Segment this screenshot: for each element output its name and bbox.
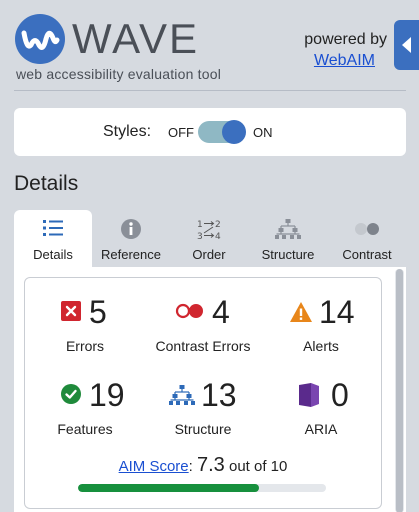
tab-structure[interactable]: Structure xyxy=(248,210,328,267)
aim-score: AIM Score: 7.3 out of 10 xyxy=(25,454,381,477)
styles-toggle-switch[interactable] xyxy=(198,120,246,144)
tab-contrast[interactable]: Contrast xyxy=(328,210,406,267)
aria-icon xyxy=(297,382,321,413)
features-count: 19 xyxy=(89,377,125,413)
tab-reference[interactable]: Reference xyxy=(92,210,170,267)
scrollbar[interactable] xyxy=(395,269,404,512)
aim-score-value: 7.3 xyxy=(197,454,225,476)
webaim-link[interactable]: WebAIM xyxy=(314,52,375,70)
contrast-error-icon xyxy=(175,301,205,326)
powered-by-text: powered by xyxy=(304,31,387,48)
svg-text:1: 1 xyxy=(197,220,203,230)
tab-order[interactable]: 1 2 3 4 Order xyxy=(170,210,248,267)
aim-score-separator: : xyxy=(188,458,193,475)
error-icon xyxy=(61,301,81,326)
chevron-left-icon[interactable] xyxy=(394,20,419,70)
wave-logo-icon xyxy=(15,14,65,64)
aria-label: ARIA xyxy=(304,421,338,437)
structure-icon xyxy=(169,384,195,411)
header: WAVE web accessibility evaluation tool p… xyxy=(0,0,419,96)
aim-score-bar xyxy=(78,484,326,492)
tab-label: Reference xyxy=(101,247,161,262)
app-tagline: web accessibility evaluation tool xyxy=(16,66,222,82)
aria-count: 0 xyxy=(331,377,349,413)
header-divider xyxy=(14,90,406,91)
aim-score-suffix: out of 10 xyxy=(228,458,288,475)
aim-score-bar-fill xyxy=(78,484,260,492)
alerts-count: 14 xyxy=(319,294,355,330)
info-icon xyxy=(120,218,142,245)
toggle-knob[interactable] xyxy=(222,120,246,144)
tab-bar: Details Reference 1 2 3 4 Order Structur… xyxy=(14,210,406,267)
tab-details[interactable]: Details xyxy=(14,210,92,267)
styles-toggle-card: Styles: OFF ON xyxy=(14,108,406,156)
details-panel: 5 Errors 4 Contrast Errors 14 Alerts 19 … xyxy=(14,267,406,512)
contrast-errors-label: Contrast Errors xyxy=(155,338,251,354)
contrast-errors-count: 4 xyxy=(212,294,230,330)
tab-label: Contrast xyxy=(342,247,392,262)
alert-icon xyxy=(289,301,313,328)
svg-text:4: 4 xyxy=(215,232,221,242)
errors-label: Errors xyxy=(65,338,105,354)
styles-label: Styles: xyxy=(103,123,152,140)
tab-label: Structure xyxy=(261,247,315,262)
styles-off-label: OFF xyxy=(168,125,194,140)
contrast-icon xyxy=(353,218,381,242)
order-arrows-icon: 1 2 3 4 xyxy=(196,218,222,247)
features-label: Features xyxy=(57,421,113,437)
structure-label: Structure xyxy=(174,421,232,437)
styles-on-label: ON xyxy=(253,125,273,140)
alerts-label: Alerts xyxy=(303,338,339,354)
svg-text:2: 2 xyxy=(215,220,221,230)
svg-text:3: 3 xyxy=(197,232,203,242)
scrollbar-thumb[interactable] xyxy=(396,269,403,512)
hierarchy-icon xyxy=(275,218,301,245)
structure-count: 13 xyxy=(201,377,237,413)
feature-icon xyxy=(61,384,81,409)
aim-score-link[interactable]: AIM Score xyxy=(119,458,189,475)
errors-count: 5 xyxy=(89,294,107,330)
section-heading: Details xyxy=(14,172,79,195)
tab-label: Order xyxy=(192,247,226,262)
app-title: WAVE xyxy=(72,15,200,62)
list-icon xyxy=(42,218,64,243)
tab-label: Details xyxy=(33,247,73,262)
summary-box: 5 Errors 4 Contrast Errors 14 Alerts 19 … xyxy=(24,277,382,509)
